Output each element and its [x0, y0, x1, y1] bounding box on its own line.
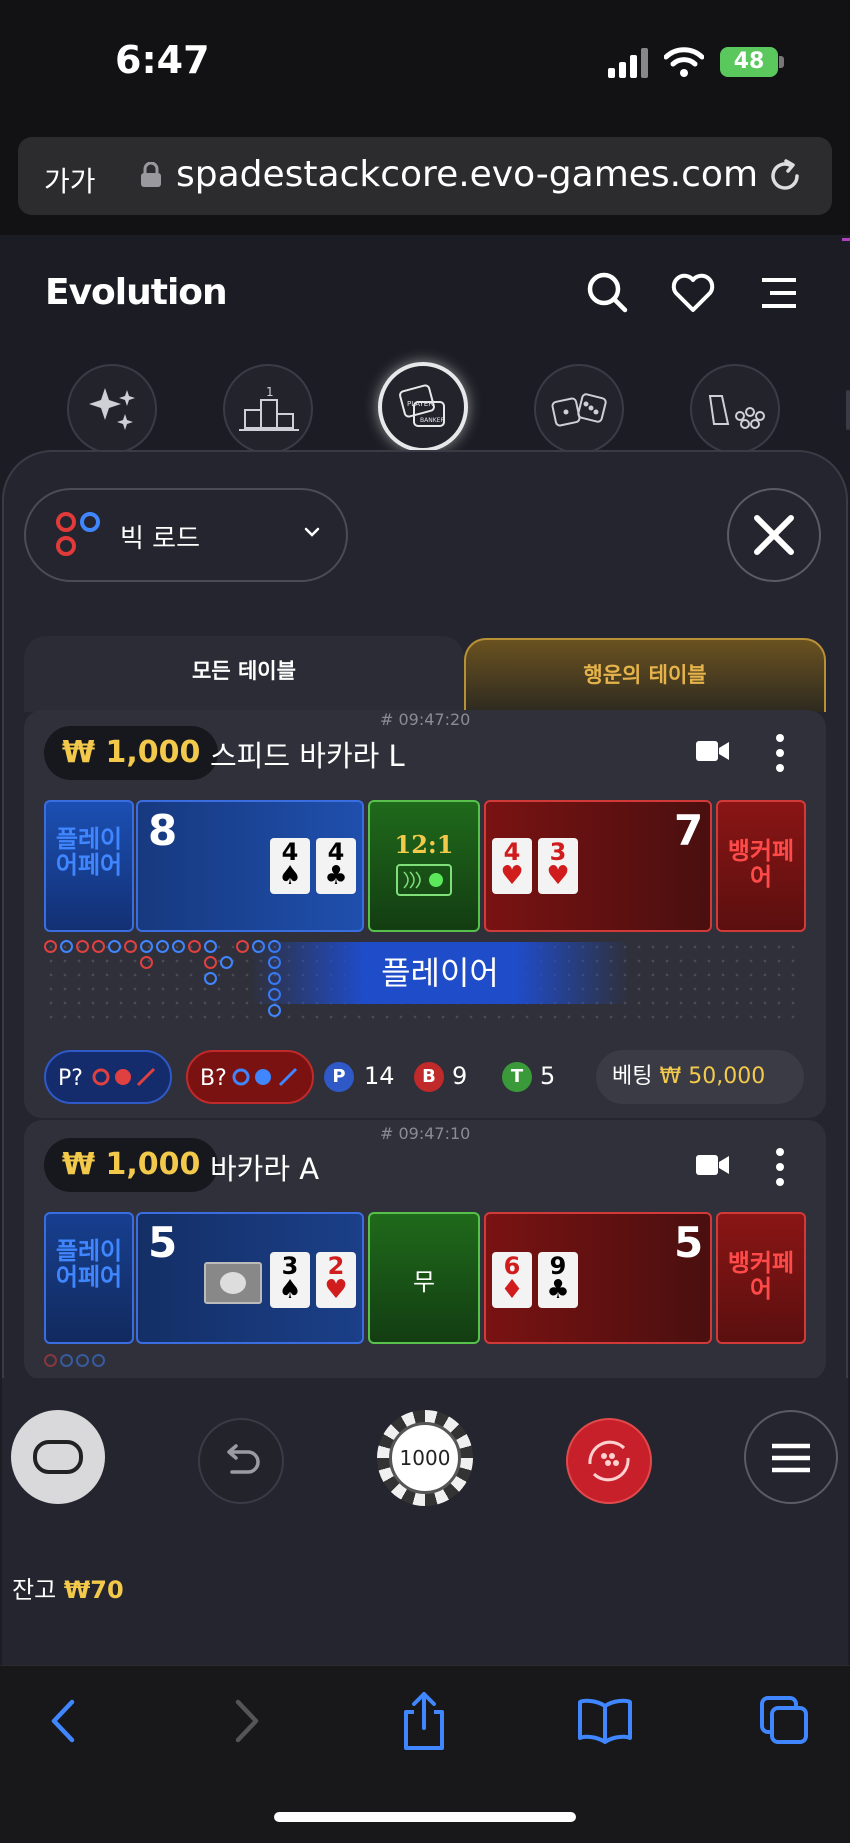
- banker-card: 4 ♥: [492, 838, 532, 894]
- category-baccarat[interactable]: PLAYER BANKER: [378, 362, 468, 452]
- category-game-shows[interactable]: 1: [223, 364, 313, 454]
- bet-limit-badge: 베팅 ₩ 50,000: [596, 1050, 804, 1104]
- undo-icon: [227, 1444, 260, 1474]
- player-pair-label: 플레이어페어: [55, 1237, 123, 1291]
- search-icon[interactable]: [584, 269, 630, 315]
- tab-all-tables[interactable]: 모든 테이블: [24, 636, 464, 712]
- chips-icon: [708, 395, 765, 429]
- undo-button[interactable]: [198, 1418, 284, 1504]
- signal-icon: [608, 48, 648, 78]
- banker-pair-cell: 뱅커페어: [716, 800, 806, 932]
- reload-icon[interactable]: [765, 156, 805, 196]
- player-banker-icon: PLAYER BANKER: [399, 384, 445, 427]
- tie-result-label: 무: [412, 1268, 436, 1296]
- table-timestamp: # 09:47:10: [380, 1124, 471, 1143]
- more-options-icon[interactable]: [776, 1148, 784, 1188]
- banker-score: 7: [674, 806, 704, 855]
- category-more-edge: [846, 390, 850, 430]
- hamburger-icon: [772, 1443, 810, 1473]
- more-options-icon[interactable]: [776, 734, 784, 774]
- svg-text:1: 1: [266, 385, 274, 399]
- bead-road-icon: [56, 512, 100, 556]
- banker-card: 9 ♣: [538, 1252, 578, 1308]
- banker-pair-cell: 뱅커페어: [716, 1212, 806, 1344]
- player-card: 3 ♠: [270, 1252, 310, 1308]
- tie-count-icon: T: [502, 1062, 532, 1092]
- banker-wins-count: 9: [452, 1062, 468, 1090]
- category-top-games[interactable]: [67, 364, 157, 454]
- home-indicator: [274, 1812, 576, 1822]
- repeat-bet-button[interactable]: [566, 1418, 652, 1504]
- forward-icon[interactable]: [228, 1696, 266, 1746]
- svg-text:PLAYER: PLAYER: [407, 400, 433, 408]
- back-icon[interactable]: [44, 1696, 82, 1746]
- menu-icon[interactable]: [756, 270, 802, 316]
- accent-line: [842, 238, 850, 241]
- status-time: 6:47: [115, 38, 210, 82]
- player-card: 2 ♥: [316, 1252, 356, 1308]
- svg-text:BANKER: BANKER: [420, 417, 445, 424]
- player-pair-cell: 플레이어페어: [44, 1212, 134, 1344]
- table-name: 스피드 바카라 L: [210, 739, 405, 773]
- chevron-down-icon: [304, 527, 320, 537]
- share-icon[interactable]: [398, 1690, 450, 1752]
- player-score: 8: [148, 806, 178, 855]
- balance-amount: ₩70: [63, 1576, 124, 1604]
- sparkle-icon: [89, 388, 135, 430]
- banker-score: 5: [674, 1218, 704, 1267]
- url-text[interactable]: spadestackcore.evo-games.com: [176, 154, 758, 195]
- category-poker[interactable]: [690, 364, 780, 454]
- category-dice[interactable]: [534, 364, 624, 454]
- player-pair-cell: 플레이어페어: [44, 800, 134, 932]
- close-button[interactable]: [727, 488, 821, 582]
- dice-icon: [551, 393, 607, 427]
- chat-button[interactable]: [11, 1410, 105, 1504]
- video-camera-icon[interactable]: [696, 1152, 730, 1178]
- player-pair-label: 플레이어페어: [55, 825, 123, 879]
- player-score: 5: [148, 1218, 178, 1267]
- result-banner: 플레이어: [250, 942, 630, 1004]
- player-wins-icon: P: [324, 1062, 354, 1092]
- balance-label: 잔고: [12, 1576, 57, 1604]
- card-back-icon: [204, 1262, 262, 1304]
- lock-icon: [141, 162, 161, 187]
- bet-limit-amount: ₩ 50,000: [659, 1064, 766, 1089]
- table-name: 바카라 A: [210, 1152, 320, 1186]
- video-camera-icon[interactable]: [696, 738, 730, 764]
- tie-count: 5: [540, 1062, 556, 1090]
- player-card: 4 ♣: [316, 838, 356, 894]
- podium-icon: 1: [239, 385, 299, 431]
- repeat-icon: [588, 1440, 630, 1482]
- banker-pair-label: 뱅커페어: [727, 1249, 795, 1303]
- tabs-icon[interactable]: [758, 1694, 812, 1748]
- chat-icon: [33, 1440, 83, 1474]
- heart-icon[interactable]: [670, 270, 716, 316]
- ask-banker-beads-icon: [232, 1067, 298, 1087]
- chip-value: 1000: [389, 1422, 461, 1494]
- banker-card: 6 ♦: [492, 1252, 532, 1308]
- close-icon: [754, 515, 794, 555]
- banker-wins-icon: B: [414, 1062, 444, 1092]
- road-type-label: 빅 로드: [120, 524, 201, 554]
- table-timestamp: # 09:47:20: [380, 710, 471, 729]
- menu-button[interactable]: [744, 1410, 838, 1504]
- wifi-icon: [664, 47, 704, 77]
- battery-indicator: 48: [720, 47, 778, 77]
- banker-pair-label: 뱅커페어: [727, 837, 795, 891]
- ask-player-beads-icon: [92, 1067, 156, 1087]
- bookmarks-icon[interactable]: [576, 1698, 634, 1744]
- reader-button[interactable]: 가가: [44, 160, 96, 200]
- tab-lucky-tables[interactable]: 행운의 테이블: [464, 638, 826, 712]
- lightning-multiplier-icon: [396, 864, 452, 896]
- tie-payout: 12:1: [394, 830, 454, 859]
- battery-tip: [779, 56, 784, 68]
- min-bet-badge: ₩ 1,000: [44, 1138, 219, 1192]
- evolution-logo: Evolution: [45, 272, 228, 313]
- banker-card: 3 ♥: [538, 838, 578, 894]
- player-wins-count: 14: [364, 1062, 395, 1090]
- player-card: 4 ♠: [270, 838, 310, 894]
- balance: 잔고 ₩70: [12, 1570, 124, 1605]
- min-bet-badge: ₩ 1,000: [44, 726, 219, 780]
- chip-selector[interactable]: 1000: [377, 1410, 473, 1506]
